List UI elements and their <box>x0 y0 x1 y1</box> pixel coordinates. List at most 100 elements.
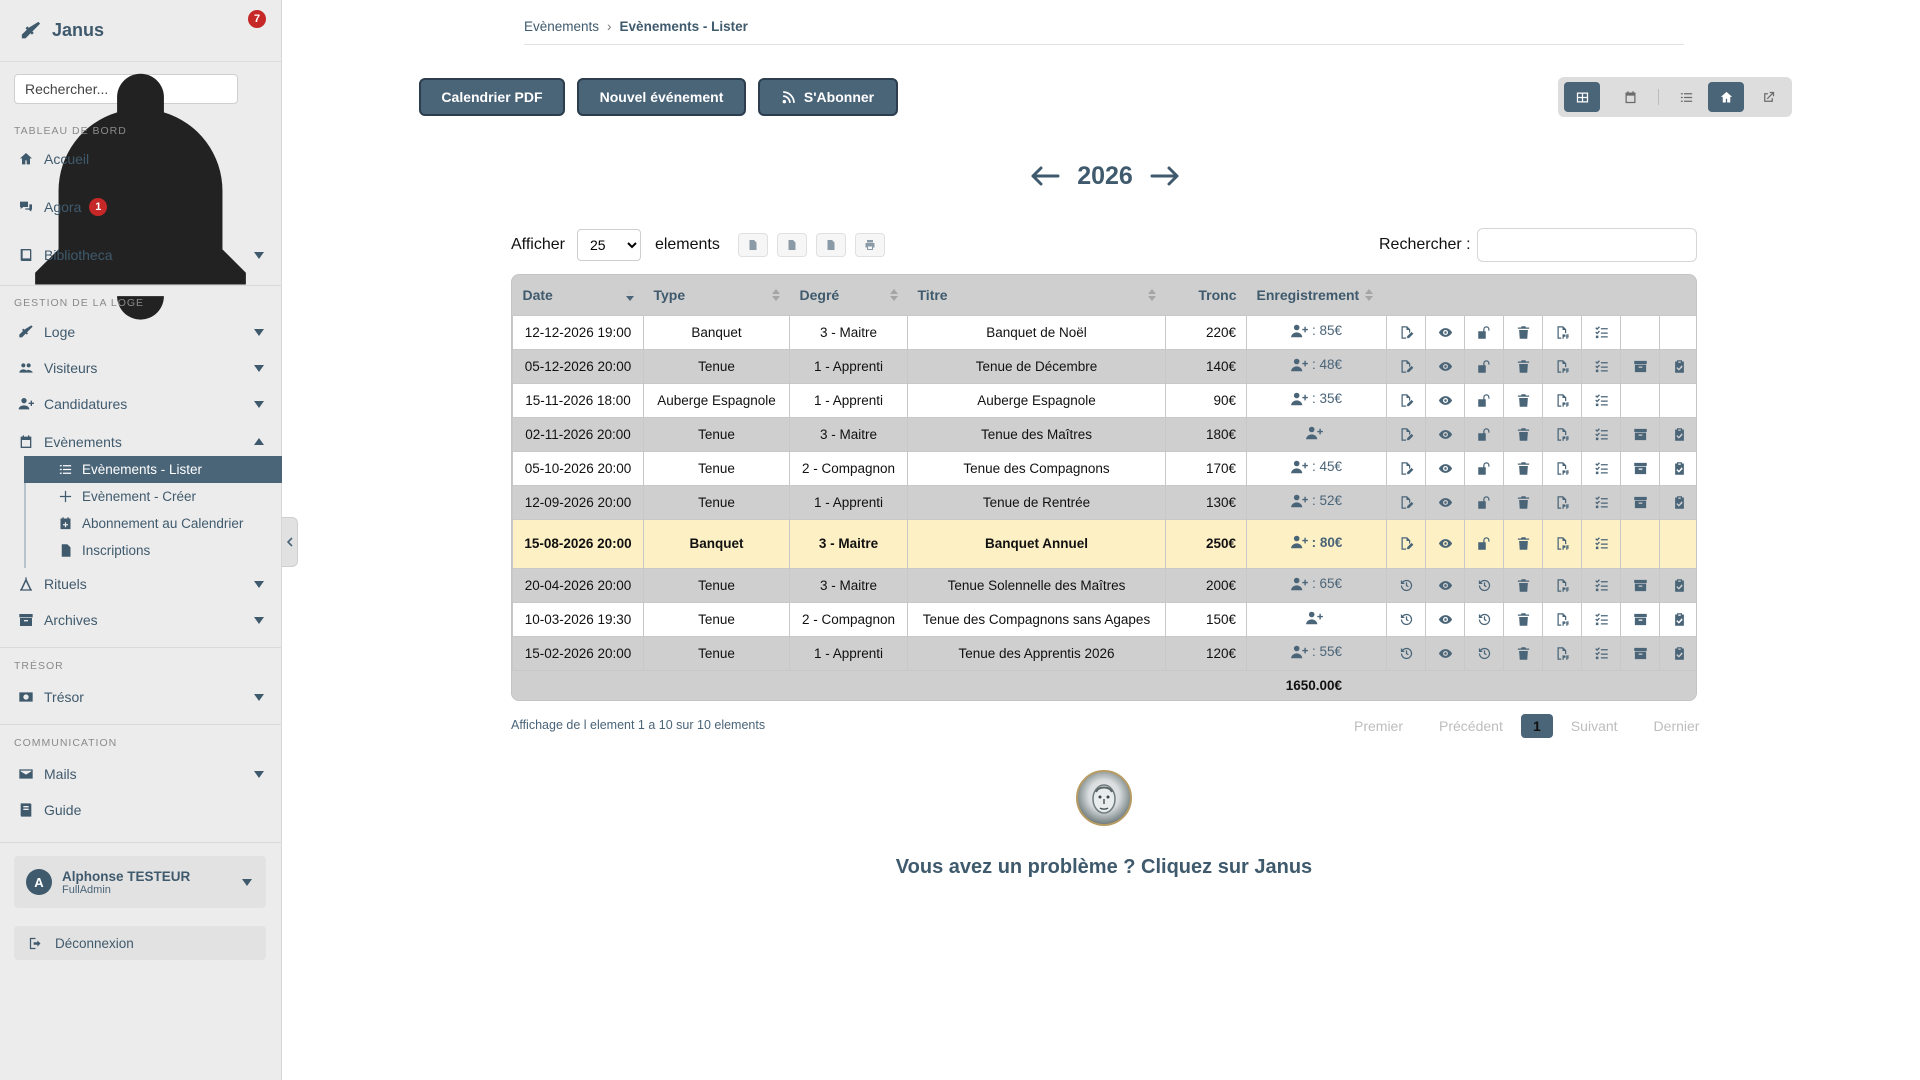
cell-enregistrement[interactable] <box>1246 601 1387 637</box>
unlock-button[interactable] <box>1464 416 1504 452</box>
pdf-button[interactable] <box>1542 484 1582 520</box>
pdf-button[interactable] <box>1542 450 1582 486</box>
brand[interactable]: Janus <box>0 0 281 62</box>
pdf-button[interactable] <box>1542 601 1582 637</box>
header-enregistrement[interactable]: Enregistrement <box>1246 275 1387 315</box>
unlock-button[interactable] <box>1464 382 1504 418</box>
sidebar-item-candidatures[interactable]: Candidatures <box>0 390 282 418</box>
header-titre[interactable]: Titre <box>907 275 1166 315</box>
view-button[interactable] <box>1425 416 1465 452</box>
history-button[interactable] <box>1464 567 1504 603</box>
sidebar-item-guide[interactable]: Guide <box>0 796 282 824</box>
edit-button[interactable] <box>1386 484 1426 520</box>
cell-enregistrement[interactable]: : 48€ <box>1246 348 1387 384</box>
edit-button[interactable] <box>1386 518 1426 569</box>
sidebar-subitem-inscriptions[interactable]: Inscriptions <box>24 537 282 564</box>
checklist-button[interactable] <box>1659 450 1696 486</box>
header-type[interactable]: Type <box>643 275 790 315</box>
cell-enregistrement[interactable]: : 65€ <box>1246 567 1387 603</box>
unlock-button[interactable] <box>1464 518 1504 569</box>
history-button[interactable] <box>1386 635 1426 671</box>
table-search-input[interactable] <box>1477 228 1697 262</box>
pdf-button[interactable] <box>1542 382 1582 418</box>
view-button[interactable] <box>1425 348 1465 384</box>
registration-link[interactable]: : 80€ <box>1290 535 1342 550</box>
edit-button[interactable] <box>1386 416 1426 452</box>
checklist-button[interactable] <box>1659 484 1696 520</box>
archive-button[interactable] <box>1620 484 1660 520</box>
tasks-button[interactable] <box>1581 348 1621 384</box>
print-button[interactable] <box>854 233 885 257</box>
export-pdf-button[interactable] <box>815 233 846 257</box>
view-button[interactable] <box>1425 450 1465 486</box>
breadcrumb-parent[interactable]: Evènements <box>524 19 599 34</box>
history-button[interactable] <box>1464 601 1504 637</box>
sidebar-item-accueil[interactable]: Accueil <box>0 145 282 173</box>
new-event-button[interactable]: Nouvel événement <box>577 78 746 116</box>
checklist-button[interactable] <box>1659 635 1696 671</box>
page-last[interactable]: Dernier <box>1636 718 1718 734</box>
registration-link[interactable]: : 55€ <box>1291 644 1342 659</box>
unlock-button[interactable] <box>1464 314 1504 350</box>
tasks-button[interactable] <box>1581 567 1621 603</box>
header-tronc[interactable]: Tronc <box>1165 275 1247 315</box>
archive-button[interactable] <box>1620 635 1660 671</box>
cell-enregistrement[interactable]: : 45€ <box>1246 450 1387 486</box>
edit-button[interactable] <box>1386 348 1426 384</box>
header-date[interactable]: Date <box>512 275 644 315</box>
page-prev[interactable]: Précédent <box>1421 718 1521 734</box>
help-link[interactable]: Vous avez un problème ? Cliquez sur Janu… <box>790 856 1418 879</box>
page-first[interactable]: Premier <box>1336 718 1421 734</box>
pdf-button[interactable] <box>1542 518 1582 569</box>
tasks-button[interactable] <box>1581 635 1621 671</box>
history-button[interactable] <box>1386 601 1426 637</box>
sidebar-item-tresor[interactable]: Trésor <box>0 683 282 711</box>
view-button[interactable] <box>1425 314 1465 350</box>
cell-enregistrement[interactable]: : 85€ <box>1246 314 1387 350</box>
edit-button[interactable] <box>1386 382 1426 418</box>
delete-button[interactable] <box>1503 518 1543 569</box>
pdf-button[interactable] <box>1542 348 1582 384</box>
registration-link[interactable]: : 85€ <box>1291 323 1342 338</box>
pdf-button[interactable] <box>1542 314 1582 350</box>
view-button[interactable] <box>1425 601 1465 637</box>
cell-enregistrement[interactable]: : 35€ <box>1246 382 1387 418</box>
tasks-button[interactable] <box>1581 518 1621 569</box>
arrow-right-icon[interactable] <box>1150 165 1180 187</box>
page-current[interactable]: 1 <box>1520 714 1553 738</box>
registration-link[interactable]: : 45€ <box>1291 459 1342 474</box>
cell-enregistrement[interactable]: : 80€ <box>1246 518 1387 569</box>
history-button[interactable] <box>1386 567 1426 603</box>
sidebar-item-bibliotheca[interactable]: Bibliotheca <box>0 241 282 269</box>
registration-link[interactable]: : 65€ <box>1291 576 1342 591</box>
sidebar-subitem-abonnement[interactable]: Abonnement au Calendrier <box>24 510 282 537</box>
view-grid-button[interactable] <box>1564 82 1600 112</box>
view-button[interactable] <box>1425 518 1465 569</box>
archive-button[interactable] <box>1620 416 1660 452</box>
pdf-button[interactable] <box>1542 635 1582 671</box>
delete-button[interactable] <box>1503 484 1543 520</box>
page-size-select[interactable]: 102550100 <box>576 229 641 261</box>
page-next[interactable]: Suivant <box>1553 718 1636 734</box>
unlock-button[interactable] <box>1464 484 1504 520</box>
tasks-button[interactable] <box>1581 416 1621 452</box>
sidebar-subitem-creer[interactable]: Evènement - Créer <box>24 483 282 510</box>
delete-button[interactable] <box>1503 314 1543 350</box>
pdf-button[interactable] <box>1542 567 1582 603</box>
view-calendar-button[interactable] <box>1612 82 1648 112</box>
sidebar-item-evenements[interactable]: Evènements <box>0 428 282 456</box>
pdf-button[interactable] <box>1542 416 1582 452</box>
registration-link[interactable]: : 48€ <box>1291 357 1342 372</box>
cell-enregistrement[interactable]: : 55€ <box>1246 635 1387 671</box>
sidebar-item-agora[interactable]: Agora 1 <box>0 193 282 221</box>
sidebar-item-visiteurs[interactable]: Visiteurs <box>0 354 282 382</box>
janus-logo[interactable] <box>1076 770 1132 826</box>
registration-link[interactable]: : 52€ <box>1291 493 1342 508</box>
view-button[interactable] <box>1425 567 1465 603</box>
tasks-button[interactable] <box>1581 314 1621 350</box>
export-excel-button[interactable] <box>776 233 807 257</box>
logout-button[interactable]: Déconnexion <box>14 926 266 960</box>
archive-button[interactable] <box>1620 601 1660 637</box>
sidebar-collapse-toggle[interactable] <box>282 517 298 567</box>
sidebar-subitem-lister[interactable]: Evènements - Lister <box>24 456 282 483</box>
